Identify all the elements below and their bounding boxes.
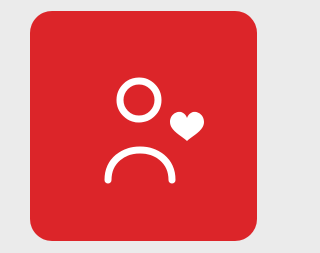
app-icon-canvas xyxy=(0,0,257,253)
heart-shape xyxy=(170,111,204,141)
user-heart-icon xyxy=(104,77,204,184)
user-head-shape xyxy=(116,77,162,123)
user-body-shape xyxy=(104,146,176,184)
